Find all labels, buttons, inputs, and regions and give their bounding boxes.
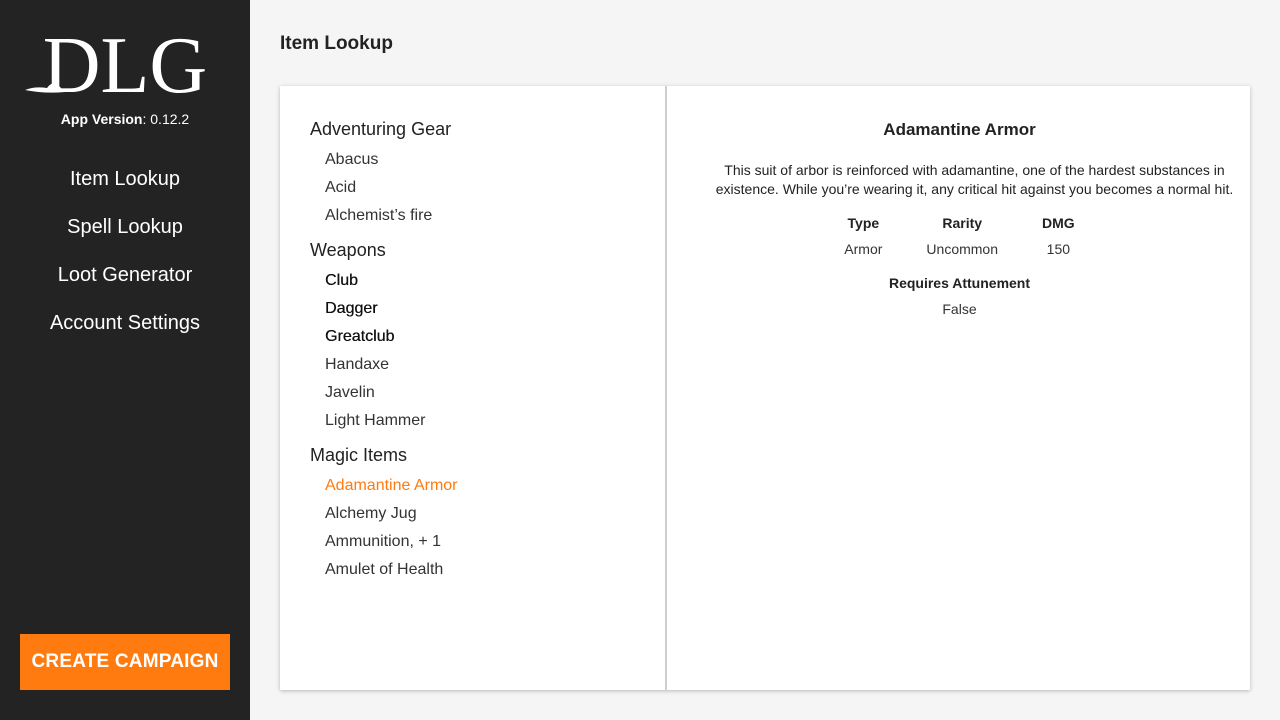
- list-item[interactable]: Dagger: [325, 295, 665, 323]
- category-items: Club Dagger Greatclub Handaxe Javelin Li…: [325, 267, 665, 435]
- stat-value: Uncommon: [926, 241, 999, 257]
- list-item[interactable]: Alchemist’s fire: [325, 202, 665, 230]
- sidebar-nav: Item Lookup Spell Lookup Loot Generator …: [0, 164, 250, 356]
- sidebar: DLG App Version: 0.12.2 Item Lookup Spel…: [0, 0, 250, 720]
- list-item[interactable]: Handaxe: [325, 351, 665, 379]
- version-label: App Version: [60, 111, 143, 127]
- nav-loot-generator[interactable]: Loot Generator: [0, 260, 250, 308]
- item-stats: Type Armor Rarity Uncommon DMG 150: [669, 214, 1250, 258]
- nav-item-lookup[interactable]: Item Lookup: [0, 164, 250, 212]
- stat-label: Requires Attunement: [888, 275, 1031, 291]
- category-title: Adventuring Gear: [310, 119, 452, 139]
- create-campaign-button[interactable]: CREATE CAMPAIGN: [20, 634, 230, 690]
- list-item[interactable]: Javelin: [325, 379, 665, 407]
- stat-type: Type Armor: [822, 214, 904, 258]
- list-item[interactable]: Acid: [325, 174, 665, 202]
- version-value: : 0.12.2: [142, 111, 190, 127]
- stat-value: Armor: [844, 241, 883, 257]
- category-title: Magic Items: [310, 445, 408, 465]
- page-title: Item Lookup: [280, 33, 393, 54]
- stat-rarity: Rarity Uncommon: [904, 214, 1020, 258]
- list-item[interactable]: Abacus: [325, 146, 665, 174]
- list-item[interactable]: Amulet of Health: [325, 556, 665, 584]
- app-version: App Version: 0.12.2: [0, 111, 250, 127]
- app-logo: DLG: [25, 28, 225, 96]
- stat-label: Rarity: [942, 215, 983, 231]
- stat-dmg: DMG 150: [1020, 214, 1097, 258]
- stat-label: DMG: [1042, 215, 1075, 231]
- list-item[interactable]: Alchemy Jug: [325, 500, 665, 528]
- list-item-selected[interactable]: Adamantine Armor: [325, 472, 665, 500]
- category-title: Weapons: [310, 240, 386, 260]
- item-detail-title: Adamantine Armor: [883, 120, 1036, 139]
- item-list[interactable]: Adventuring Gear Abacus Acid Alchemist’s…: [280, 86, 667, 690]
- category-items: Adamantine Armor Alchemy Jug Ammunition,…: [325, 472, 665, 584]
- nav-account-settings[interactable]: Account Settings: [0, 308, 250, 356]
- stat-value: 150: [1046, 241, 1071, 257]
- item-description: This suit of arbor is reinforced with ad…: [715, 162, 1234, 197]
- stat-value: False: [942, 301, 977, 317]
- list-item[interactable]: Light Hammer: [325, 407, 665, 435]
- list-item[interactable]: Club: [325, 267, 665, 295]
- stat-label: Type: [847, 215, 880, 231]
- stat-attunement: Requires Attunement False: [669, 274, 1250, 318]
- item-detail: Adamantine Armor This suit of arbor is r…: [669, 86, 1250, 690]
- svg-text:DLG: DLG: [43, 28, 207, 96]
- category-items: Abacus Acid Alchemist’s fire: [325, 146, 665, 230]
- list-item[interactable]: Greatclub: [325, 323, 665, 351]
- nav-spell-lookup[interactable]: Spell Lookup: [0, 212, 250, 260]
- item-lookup-card: Adventuring Gear Abacus Acid Alchemist’s…: [280, 86, 1250, 690]
- list-item[interactable]: Ammunition, + 1: [325, 528, 665, 556]
